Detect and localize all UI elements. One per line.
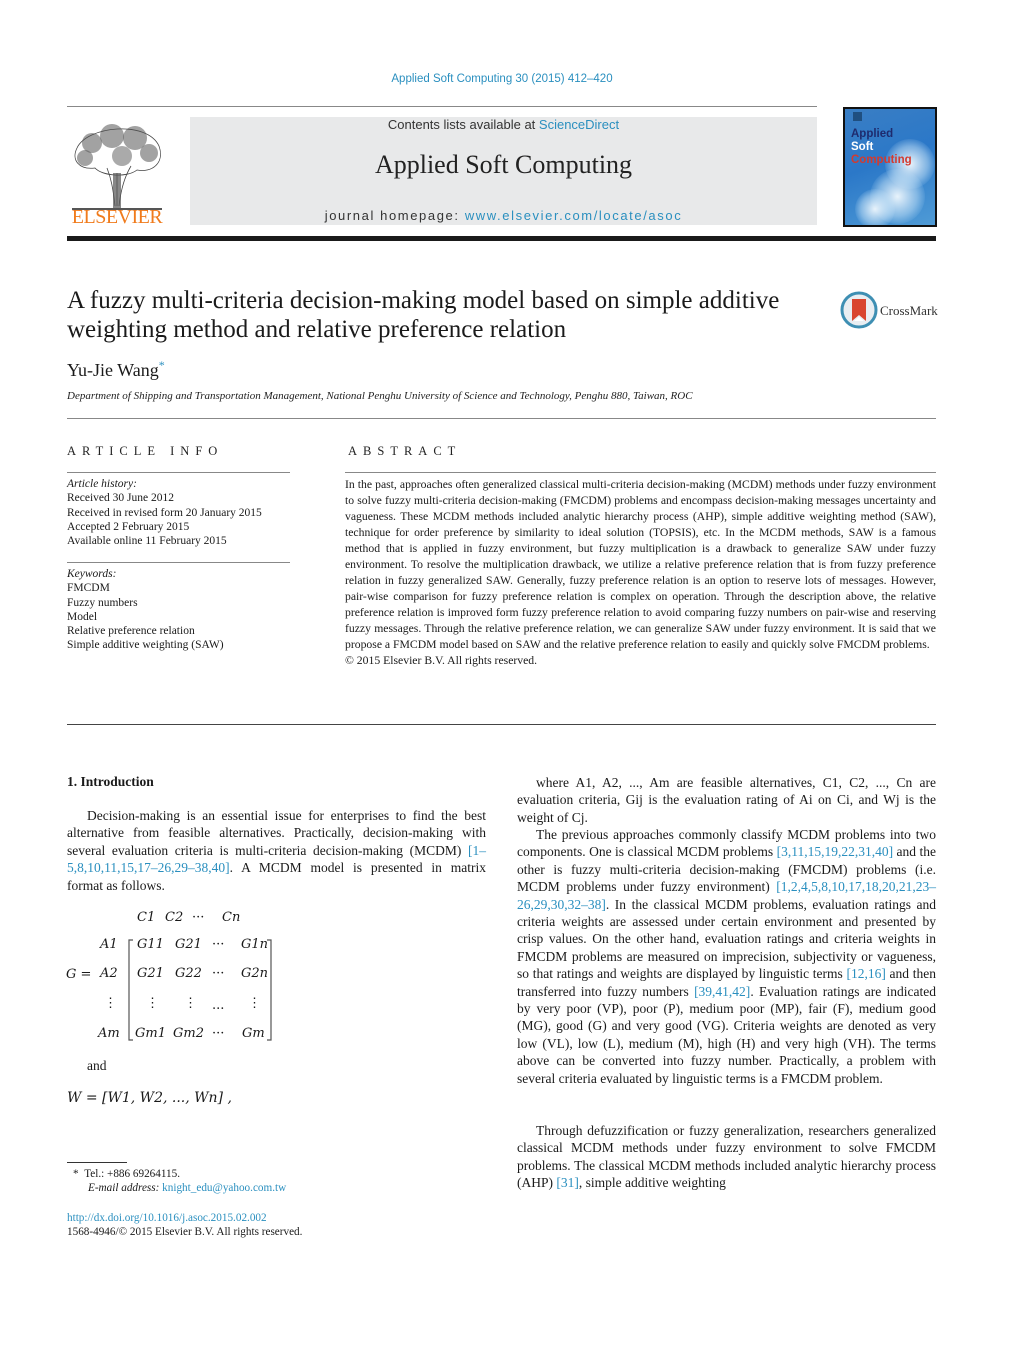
cover-title-computing: Computing (851, 154, 912, 166)
matrix-cell: ⋮ (184, 996, 197, 1011)
history-revised: Received in revised form 20 January 2015 (67, 506, 262, 519)
keyword-item: Fuzzy numbers (67, 596, 138, 609)
matrix-col-header: C1 (137, 910, 156, 925)
crossmark-label[interactable]: CrossMark (880, 303, 938, 319)
history-received: Received 30 June 2012 (67, 492, 174, 505)
matrix-col-header: ··· (192, 910, 205, 925)
keywords-list: Keywords: FMCDM Fuzzy numbers Model Rela… (67, 567, 290, 653)
article-history: Article history: Received 30 June 2012 R… (67, 477, 290, 548)
author-name-text[interactable]: Yu-Jie Wang (67, 360, 159, 380)
abstract-text: In the past, approaches often generalize… (345, 478, 936, 651)
article-title: A fuzzy multi-criteria decision-making m… (67, 287, 780, 343)
matrix-cell: ··· (212, 937, 225, 952)
matrix-cell: G2n (241, 966, 269, 981)
title-divider (67, 418, 936, 419)
footnote-mark: * (73, 1168, 79, 1180)
matrix-cell: ... (212, 998, 225, 1013)
matrix-row-label: A1 (100, 937, 118, 952)
article-info-rule (67, 472, 290, 473)
header-top-rule (67, 106, 817, 107)
keywords-rule (67, 562, 290, 563)
matrix-col-header: C2 (165, 910, 184, 925)
keyword-item: Model (67, 610, 98, 623)
history-online: Available online 11 February 2015 (67, 535, 227, 548)
matrix-col-header: Cn (222, 910, 241, 925)
matrix-cell: G1n (241, 937, 269, 952)
matrix-cell: ⋮ (248, 996, 261, 1011)
sciencedirect-link[interactable]: ScienceDirect (539, 117, 619, 132)
citation-link[interactable]: [39,41,42] (694, 984, 750, 999)
journal-cover-image: Applied Soft Computing (843, 107, 937, 227)
author-affiliation: Department of Shipping and Transportatio… (67, 390, 693, 402)
doi-link-text[interactable]: http://dx.doi.org/10.1016/j.asoc.2015.02… (67, 1212, 267, 1224)
weight-vector: W = [W1, W2, ..., Wn] , (67, 1090, 232, 1106)
abstract-heading: ABSTRACT (348, 444, 462, 458)
matrix-row-label: ⋮ (104, 996, 117, 1011)
elsevier-wordmark: ELSEVIER (71, 206, 163, 228)
matrix-lhs: G = (66, 967, 92, 982)
keywords-label: Keywords: (67, 568, 117, 580)
abstract-bottom-rule (67, 724, 936, 725)
journal-homepage: journal homepage: www.elsevier.com/locat… (190, 208, 817, 223)
crossmark-icon[interactable] (840, 291, 878, 329)
matrix-cell: ··· (212, 1026, 225, 1041)
section-heading-introduction: 1. Introduction (67, 774, 154, 789)
doi-link[interactable]: http://dx.doi.org/10.1016/j.asoc.2015.02… (67, 1211, 267, 1226)
citation-link[interactable]: [31] (556, 1175, 579, 1190)
keyword-item: Relative preference relation (67, 625, 195, 638)
p3-text-b: , simple additive weighting (578, 1175, 726, 1191)
email-label: E-mail address: (88, 1182, 163, 1194)
matrix-cell: Gm1 (135, 1026, 166, 1041)
matrix-cell: G21 (175, 937, 202, 952)
email-link[interactable]: knight_edu@yahoo.com.tw (162, 1182, 286, 1194)
abstract-copyright: © 2015 Elsevier B.V. All rights reserved… (345, 654, 538, 667)
article-info-heading: ARTICLE INFO (67, 444, 224, 458)
citation-link[interactable]: [12,16] (846, 966, 885, 981)
where-paragraph: where A1, A2, ..., Am are feasible alter… (517, 775, 936, 825)
history-label: Article history: (67, 478, 137, 490)
journal-reference-link[interactable]: Applied Soft Computing 30 (2015) 412–420 (0, 73, 1004, 85)
matrix-cell: G11 (137, 937, 164, 952)
history-accepted: Accepted 2 February 2015 (67, 520, 190, 533)
header-thick-rule (67, 236, 936, 241)
intro-paragraph-3: Through defuzzification or fuzzy general… (517, 1122, 936, 1192)
journal-title: Applied Soft Computing (374, 150, 633, 179)
intro-p1-text: Decision-making is an essential issue fo… (67, 808, 486, 858)
homepage-link[interactable]: www.elsevier.com/locate/asoc (465, 208, 682, 223)
matrix-cell: G21 (137, 966, 164, 981)
keyword-item: Simple additive weighting (SAW) (67, 639, 224, 652)
intro-paragraph-1: Decision-making is an essential issue fo… (67, 807, 486, 894)
citation-link[interactable]: [3,11,15,19,22,31,40] (777, 844, 894, 859)
author-name[interactable]: Yu-Jie Wang* (67, 358, 165, 381)
cover-title-applied: Applied (851, 128, 894, 140)
footnote-rule (67, 1162, 127, 1163)
footnote-tel-text: Tel.: +886 69264115. (84, 1168, 181, 1180)
contents-line: Contents lists available at ScienceDirec… (190, 117, 817, 132)
issn-copyright: 1568-4946/© 2015 Elsevier B.V. All right… (67, 1226, 303, 1238)
matrix-row-label: A2 (100, 966, 118, 981)
matrix-cell: ⋮ (146, 996, 159, 1011)
matrix-cell: ··· (212, 966, 225, 981)
footnote-email: E-mail address: knight_edu@yahoo.com.tw (88, 1181, 286, 1196)
keyword-item: FMCDM (67, 582, 110, 595)
matrix-cell: Gm2 (173, 1026, 204, 1041)
corresponding-author-mark[interactable]: * (159, 358, 165, 372)
matrix-cell: Gm (242, 1026, 265, 1041)
abstract-body: In the past, approaches often generalize… (345, 477, 936, 669)
footnote-tel: * Tel.: +886 69264115. (73, 1167, 180, 1182)
contents-prefix: Contents lists available at (387, 117, 539, 132)
and-word: and (87, 1058, 107, 1073)
matrix-row-label: Am (98, 1026, 120, 1041)
homepage-prefix: journal homepage: (324, 208, 465, 223)
cover-title-soft: Soft (851, 141, 874, 153)
matrix-cell: G22 (175, 966, 202, 981)
intro-paragraph-2: The previous approaches commonly classif… (517, 826, 936, 1087)
abstract-rule (345, 472, 936, 473)
